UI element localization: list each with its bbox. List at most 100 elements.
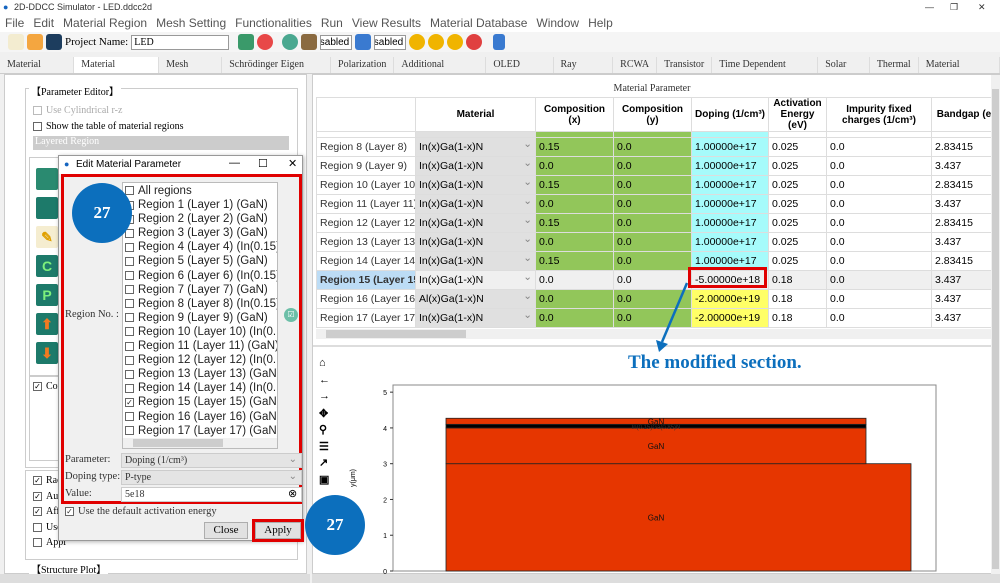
disabled-field-2[interactable]: Disabled: [374, 34, 407, 50]
dialog-minimize-button[interactable]: —: [229, 157, 240, 169]
table-cell[interactable]: 2.83415: [931, 213, 992, 233]
menu-functionalities[interactable]: Functionalities: [235, 14, 312, 32]
menu-run[interactable]: Run: [321, 14, 343, 32]
region-list-item[interactable]: ✓ Region 15 (Layer 15) (GaN): [125, 395, 277, 409]
tab-material-parameter[interactable]: Material Parameter: [74, 57, 160, 86]
region-list-item[interactable]: Region 16 (Layer 16) (GaN): [125, 410, 277, 424]
region-list-item[interactable]: Region 1 (Layer 1) (GaN): [125, 198, 277, 212]
project-name-input[interactable]: [131, 34, 230, 50]
table-cell[interactable]: 0.025: [768, 156, 827, 176]
table-row[interactable]: Region 8 (Layer 8)In(x)Ga(1-x)N0.150.01.…: [316, 137, 992, 157]
region-list-item[interactable]: Region 14 (Layer 14) (In(0.15: [125, 381, 277, 395]
table-cell[interactable]: 0.025: [768, 175, 827, 195]
tab-solar-cell[interactable]: Solar Cell: [818, 57, 870, 86]
maximize-button[interactable]: ❐: [950, 0, 958, 14]
table-cell[interactable]: 3.437: [931, 194, 992, 214]
column-header[interactable]: Material: [415, 97, 536, 132]
move-down-icon[interactable]: ⬇: [36, 342, 58, 364]
row-header[interactable]: Region 14 (Layer 14): [316, 251, 416, 271]
table-row[interactable]: Region 14 (Layer 14)In(x)Ga(1-x)N0.150.0…: [316, 251, 992, 271]
table-cell[interactable]: 0.0: [535, 289, 614, 309]
table-cell[interactable]: 3.437: [931, 270, 992, 290]
table-row[interactable]: Region 12 (Layer 12)In(x)Ga(1-x)N0.150.0…: [316, 213, 992, 233]
table-cell[interactable]: 0.0: [535, 156, 614, 176]
row-header[interactable]: Region 15 (Layer 15): [316, 270, 416, 290]
table-cell[interactable]: In(x)Ga(1-x)N: [415, 175, 536, 195]
table-cell[interactable]: In(x)Ga(1-x)N: [415, 270, 536, 290]
region-list[interactable]: All regions Region 1 (Layer 1) (GaN) Regio…: [122, 182, 278, 449]
region-list-item[interactable]: Region 4 (Layer 4) (In(0.15)Ga: [125, 240, 277, 254]
zoom-icon[interactable]: ⚲: [319, 423, 333, 440]
table-cell[interactable]: 0.15: [535, 251, 614, 271]
checkbox[interactable]: [125, 186, 134, 196]
value-input[interactable]: [121, 487, 302, 502]
default-activation-checkbox[interactable]: ✓ Use the default activation energy: [65, 506, 217, 517]
axes-icon[interactable]: ↗: [319, 456, 333, 473]
checkbox[interactable]: ✓: [125, 397, 134, 407]
table-cell[interactable]: 0.0: [613, 232, 692, 252]
column-header[interactable]: Activation Energy (eV): [768, 97, 827, 132]
table-cell[interactable]: 0.0: [535, 270, 614, 290]
bars-icon[interactable]: [301, 34, 318, 50]
menu-edit[interactable]: Edit: [33, 14, 54, 32]
region-list-item[interactable]: Region 13 (Layer 13) (GaN): [125, 367, 277, 381]
table-cell[interactable]: 0.025: [768, 251, 827, 271]
row-header[interactable]: Region 9 (Layer 9): [316, 156, 416, 176]
table-row[interactable]: Region 13 (Layer 13)In(x)Ga(1-x)N0.00.01…: [316, 232, 992, 252]
table-cell[interactable]: 3.437: [931, 232, 992, 252]
move-up-icon[interactable]: ⬆: [36, 313, 58, 335]
save-icon[interactable]: [46, 34, 62, 50]
table-cell[interactable]: 0.0: [613, 156, 692, 176]
table-row[interactable]: Region 11 (Layer 11)In(x)Ga(1-x)N0.00.01…: [316, 194, 992, 214]
table-cell[interactable]: 0.0: [826, 308, 932, 328]
column-header[interactable]: Bandgap (eV): [931, 97, 992, 132]
table-cell[interactable]: 0.15: [535, 137, 614, 157]
refresh-mesh-icon[interactable]: [238, 34, 255, 50]
edit-pencil-icon[interactable]: ✎: [36, 226, 58, 248]
table-cell[interactable]: 0.15: [535, 213, 614, 233]
column-header[interactable]: Doping (1/cm³): [691, 97, 769, 132]
tab-additional-functions[interactable]: Additional Functions: [394, 57, 487, 86]
region-list-item[interactable]: Region 12 (Layer 12) (In(0.15: [125, 353, 277, 367]
table-cell[interactable]: In(x)Ga(1-x)N: [415, 308, 536, 328]
region-list-item[interactable]: Region 10 (Layer 10) (In(0.15: [125, 325, 277, 339]
table-cell[interactable]: 0.025: [768, 137, 827, 157]
table-cell[interactable]: 0.0: [826, 156, 932, 176]
tab-oled-setting[interactable]: OLED Setting: [486, 57, 554, 86]
table-cell[interactable]: Al(x)Ga(1-x)N: [415, 289, 536, 309]
table-cell[interactable]: 2.83415: [931, 175, 992, 195]
parameter-select[interactable]: Doping (1/cm³): [121, 453, 302, 468]
table-row[interactable]: Region 9 (Layer 9)In(x)Ga(1-x)N0.00.01.0…: [316, 156, 992, 176]
table-cell[interactable]: 0.0: [826, 251, 932, 271]
table-cell[interactable]: 3.437: [931, 308, 992, 328]
row-header[interactable]: Region 17 (Layer 17): [316, 308, 416, 328]
configure-icon[interactable]: ☰: [319, 440, 333, 457]
table-cell[interactable]: 2.83415: [931, 251, 992, 271]
back-icon[interactable]: ←: [319, 374, 333, 391]
checkbox[interactable]: [125, 242, 134, 252]
settings-icon[interactable]: [282, 34, 299, 50]
column-header[interactable]: Impurity fixed charges (1/cm³): [826, 97, 932, 132]
tab-material-database[interactable]: Material Database: [918, 57, 1000, 86]
region-list-item[interactable]: Region 2 (Layer 2) (GaN): [125, 212, 277, 226]
tab-thermal[interactable]: Thermal: [869, 57, 919, 73]
tab-transistor[interactable]: Transistor: [657, 57, 713, 73]
tab-polarization[interactable]: Polarization: [331, 57, 395, 73]
table-cell[interactable]: 1.00000e+17: [691, 137, 769, 157]
region-list-item[interactable]: Region 8 (Layer 8) (In(0.15)Ga: [125, 297, 277, 311]
import-icon[interactable]: [36, 168, 58, 190]
table-cell[interactable]: In(x)Ga(1-x)N: [415, 213, 536, 233]
table-cell[interactable]: -2.00000e+19: [691, 289, 769, 309]
tab-material-region[interactable]: Material Region: [0, 57, 75, 86]
chart-icon[interactable]: [493, 34, 506, 50]
table-cell[interactable]: In(x)Ga(1-x)N: [415, 137, 536, 157]
table-cell[interactable]: 0.0: [826, 213, 932, 233]
tab-rcwa[interactable]: RCWA: [613, 57, 658, 73]
checkbox[interactable]: [125, 411, 134, 421]
checkbox[interactable]: [125, 341, 134, 351]
checkbox[interactable]: [125, 369, 134, 379]
tab-time-dependent-module[interactable]: Time Dependent Module: [712, 57, 819, 86]
column-header[interactable]: Composition (x): [535, 97, 614, 132]
select-icon[interactable]: [36, 197, 58, 219]
checkbox[interactable]: [125, 426, 134, 436]
